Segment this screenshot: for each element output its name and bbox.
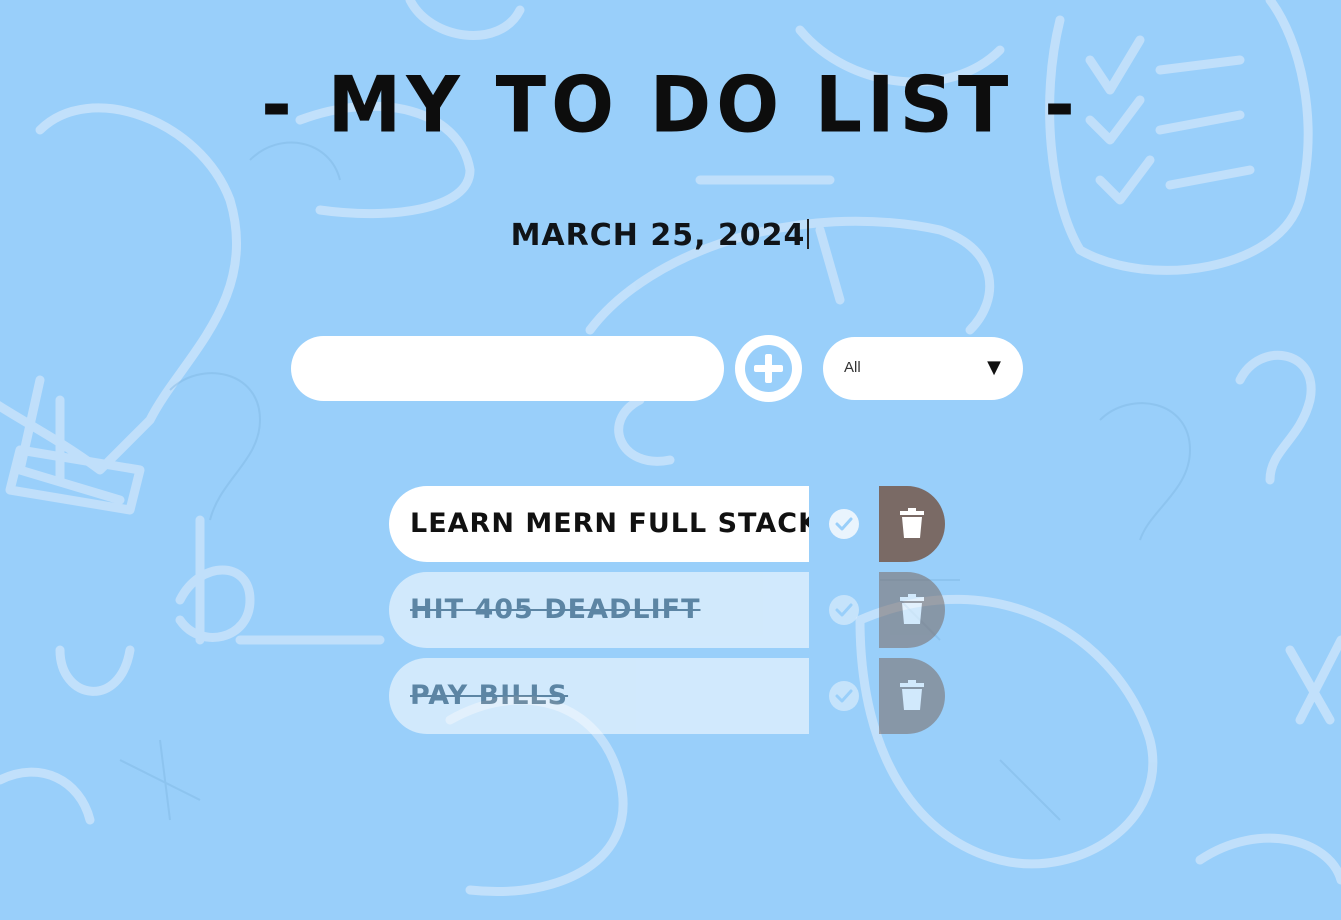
check-icon[interactable] bbox=[829, 595, 859, 625]
todo-text: Learn MERN full stack bbox=[389, 486, 809, 562]
add-todo-button[interactable] bbox=[735, 335, 802, 402]
date-text: March 25, 2024 bbox=[510, 218, 806, 253]
plus-icon bbox=[745, 345, 792, 392]
todo-text: Hit 405 deadlift bbox=[389, 572, 809, 648]
trash-icon[interactable] bbox=[879, 572, 945, 648]
todo-item: Learn MERN full stack bbox=[389, 486, 949, 562]
filter-selected-value: All bbox=[844, 359, 861, 376]
todo-text: Pay bills bbox=[389, 658, 809, 734]
caret-down-icon: ▼ bbox=[987, 357, 1001, 378]
check-icon[interactable] bbox=[829, 509, 859, 539]
todo-item: Pay bills bbox=[389, 658, 949, 734]
filter-select[interactable]: All ▼ bbox=[823, 337, 1023, 400]
page-title: - MY TO DO LIST - bbox=[261, 59, 1080, 151]
todo-list: Learn MERN full stack Hit 405 deadlift P… bbox=[389, 486, 949, 744]
todo-input[interactable] bbox=[291, 336, 724, 401]
check-icon[interactable] bbox=[829, 681, 859, 711]
trash-icon[interactable] bbox=[879, 486, 945, 562]
trash-icon[interactable] bbox=[879, 658, 945, 734]
current-date: March 25, 2024 bbox=[0, 218, 1320, 253]
todo-item: Hit 405 deadlift bbox=[389, 572, 949, 648]
text-cursor bbox=[807, 219, 810, 249]
